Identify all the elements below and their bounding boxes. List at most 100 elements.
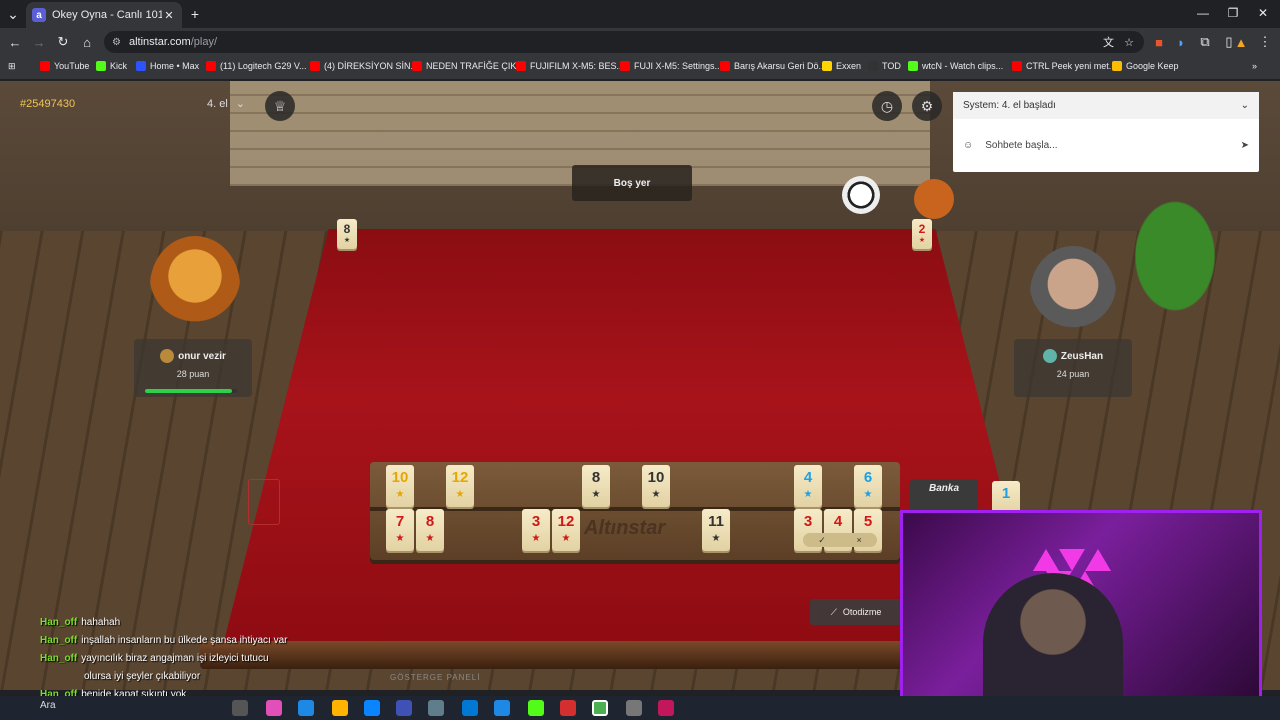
- rack-tile[interactable]: 10 ★: [642, 465, 670, 507]
- site-info-icon[interactable]: ⚙: [112, 37, 121, 48]
- discard-slot[interactable]: [248, 479, 280, 525]
- bookmark-item[interactable]: (4) DİREKSİYON SİN...: [310, 61, 418, 71]
- star-icon: ★: [531, 533, 541, 544]
- rack-tile[interactable]: 12 ★: [552, 509, 580, 551]
- chat-header[interactable]: System: 4. el başladı ⌄: [953, 92, 1259, 119]
- app-icon[interactable]: [396, 700, 412, 716]
- chat-username: Han_off: [40, 653, 78, 664]
- check-icon[interactable]: ✓: [818, 535, 826, 546]
- round-selector[interactable]: 4. el ⌄: [207, 97, 245, 111]
- bookmark-item[interactable]: wtcN - Watch clips...: [908, 61, 1003, 71]
- taskbar-search[interactable]: Ara: [40, 700, 90, 716]
- plant: [1120, 181, 1230, 331]
- bookmark-item[interactable]: NEDEN TRAFİĞE ÇIK...: [412, 61, 524, 71]
- bookmark-label: NEDEN TRAFİĞE ÇIK...: [426, 61, 524, 71]
- bookmark-label: (11) Logitech G29 V...: [220, 61, 307, 71]
- discard-tile-left[interactable]: 8 ★: [337, 219, 357, 249]
- task-view-icon[interactable]: [232, 700, 248, 716]
- tile-number: 11: [708, 513, 724, 530]
- chat-input-row: ☺ Sohbete başla... ➤: [953, 119, 1259, 172]
- tab-search-icon[interactable]: ⌄: [4, 5, 22, 23]
- bookmark-item[interactable]: TOD: [868, 61, 901, 71]
- new-tab-icon[interactable]: +: [186, 5, 204, 23]
- extensions-puzzle-icon[interactable]: ⧉: [1196, 33, 1214, 51]
- translate-icon[interactable]: 文: [1103, 34, 1114, 50]
- bookmark-favicon-icon: [96, 61, 106, 71]
- restore-icon[interactable]: ❐: [1218, 6, 1248, 20]
- rack-tile[interactable]: 8 ★: [416, 509, 444, 551]
- bank[interactable]: Banka: [910, 479, 978, 513]
- timer-icon[interactable]: ◷: [872, 91, 902, 121]
- rack-tile[interactable]: 7 ★: [386, 509, 414, 551]
- close-tab-icon[interactable]: ✕: [162, 9, 176, 22]
- trophy-icon[interactable]: ♕: [265, 91, 295, 121]
- bookmark-item[interactable]: FUJIFILM X-M5: BES...: [516, 61, 624, 71]
- auto-arrange-button[interactable]: ⟋ Otodizme: [810, 599, 902, 625]
- emoji-icon[interactable]: ☺: [963, 140, 973, 151]
- bookmark-item[interactable]: (11) Logitech G29 V...: [206, 61, 307, 71]
- taskbar: Ara: [0, 696, 1280, 720]
- bookmark-star-icon[interactable]: ☆: [1124, 36, 1134, 49]
- rack-tile[interactable]: 12 ★: [446, 465, 474, 507]
- menu-icon[interactable]: ⋮: [1256, 33, 1274, 51]
- app-icon[interactable]: [494, 700, 510, 716]
- steam-icon[interactable]: [626, 700, 642, 716]
- explorer-icon[interactable]: [332, 700, 348, 716]
- app-icon[interactable]: [560, 700, 576, 716]
- bookmark-item[interactable]: CTRL Peek yeni met...: [1012, 61, 1116, 71]
- app-icon[interactable]: [658, 700, 674, 716]
- light-panel: [1085, 549, 1111, 571]
- settings-gear-icon[interactable]: ⚙: [912, 91, 942, 121]
- outlook-icon[interactable]: [364, 700, 380, 716]
- chevron-down-icon[interactable]: ⌄: [1241, 100, 1249, 111]
- bookmark-item[interactable]: Google Keep: [1112, 61, 1179, 71]
- empty-seat[interactable]: Boş yer: [572, 165, 692, 201]
- extension-icon[interactable]: ◗: [1172, 33, 1190, 51]
- extension-icon[interactable]: ■: [1150, 33, 1168, 51]
- back-icon[interactable]: ←: [6, 33, 24, 51]
- bookmark-item[interactable]: FUJI X-M5: Settings...: [620, 61, 722, 71]
- bookmark-item[interactable]: Exxen: [822, 61, 861, 71]
- rack-tile[interactable]: 10 ★: [386, 465, 414, 507]
- app-icon[interactable]: [528, 700, 544, 716]
- profile-icon[interactable]: ▲: [1232, 33, 1250, 51]
- rack-tile[interactable]: 4★: [794, 465, 822, 507]
- edge-icon[interactable]: [298, 700, 314, 716]
- rack-tile[interactable]: 11 ★: [702, 509, 730, 551]
- rack-tile[interactable]: 3★: [522, 509, 550, 551]
- send-icon[interactable]: ➤: [1241, 140, 1249, 151]
- rack-tile[interactable]: 6 ★: [854, 465, 882, 507]
- tab-strip: ⌄ a Okey Oyna - Canlı 101 Okey ve ✕ + — …: [0, 0, 1280, 28]
- forward-icon[interactable]: →: [30, 33, 48, 51]
- chat-panel: System: 4. el başladı ⌄ ☺ Sohbete başla.…: [953, 92, 1259, 172]
- rack-tile[interactable]: 8 ★: [582, 465, 610, 507]
- browser-tab[interactable]: a Okey Oyna - Canlı 101 Okey ve ✕: [26, 2, 182, 28]
- indicator-panel[interactable]: GÖSTERGE PANELİ: [390, 673, 480, 682]
- chrome-icon[interactable]: [592, 700, 608, 716]
- bookmark-item[interactable]: YouTube: [40, 61, 89, 71]
- chat-input[interactable]: Sohbete başla...: [985, 140, 1228, 151]
- turn-progress-fill: [145, 389, 233, 393]
- copilot-icon[interactable]: [266, 700, 282, 716]
- star-icon: ★: [803, 489, 813, 500]
- discard-tile-right[interactable]: 2 ★: [912, 219, 932, 249]
- search-label: Ara: [40, 700, 56, 711]
- apps-icon[interactable]: ⊞: [8, 61, 16, 72]
- bookmark-item[interactable]: Barış Akarsu Geri Dö...: [720, 61, 826, 71]
- reload-icon[interactable]: ↻: [54, 33, 72, 51]
- confirm-bar[interactable]: ✓ ×: [803, 533, 877, 547]
- app-icon[interactable]: [428, 700, 444, 716]
- basketball: [914, 179, 954, 219]
- address-bar[interactable]: ⚙ altinstar.com/play/ 文 ☆: [104, 31, 1144, 53]
- close-window-icon[interactable]: ✕: [1248, 6, 1278, 20]
- app-icon[interactable]: [462, 700, 478, 716]
- cancel-icon[interactable]: ×: [856, 535, 861, 545]
- bookmark-item[interactable]: Kick: [96, 61, 127, 71]
- home-icon[interactable]: ⌂: [78, 33, 96, 51]
- bookmark-label: wtcN - Watch clips...: [922, 61, 1004, 71]
- star-icon: ★: [651, 489, 661, 500]
- bookmark-favicon-icon: [516, 61, 526, 71]
- bookmark-item[interactable]: Home • Max: [136, 61, 199, 71]
- minimize-icon[interactable]: —: [1188, 6, 1218, 20]
- more-bookmarks-icon[interactable]: »: [1252, 61, 1257, 71]
